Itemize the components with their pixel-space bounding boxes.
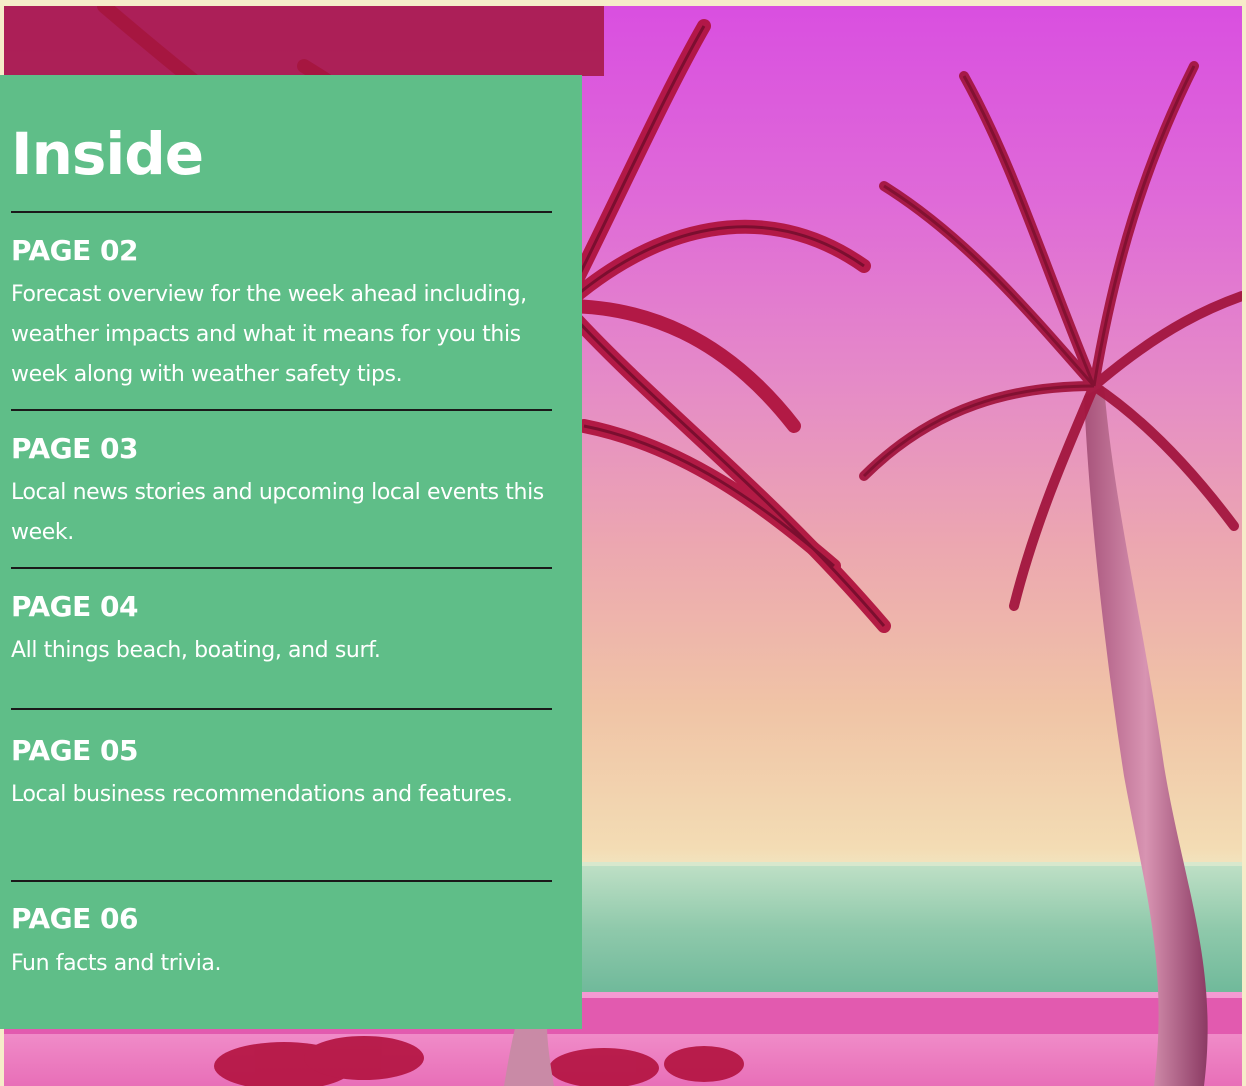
entry-page-05-heading: PAGE 05 bbox=[11, 734, 138, 767]
entry-page-06-description: Fun facts and trivia. bbox=[11, 951, 222, 976]
divider-3 bbox=[11, 567, 552, 569]
divider-2 bbox=[11, 409, 552, 411]
entry-page-03-heading: PAGE 03 bbox=[11, 432, 138, 465]
divider-1 bbox=[11, 211, 552, 213]
panel-title: Inside bbox=[11, 120, 204, 188]
entry-page-05-description: Local business recommendations and featu… bbox=[11, 782, 513, 807]
entry-page-03-description: Local news stories and upcoming local ev… bbox=[11, 480, 544, 545]
entry-page-02-heading: PAGE 02 bbox=[11, 234, 138, 267]
divider-4 bbox=[11, 708, 552, 710]
entry-page-04-heading: PAGE 04 bbox=[11, 590, 138, 623]
divider-5 bbox=[11, 880, 552, 882]
entry-page-04-description: All things beach, boating, and surf. bbox=[11, 638, 381, 663]
entry-page-02-description: Forecast overview for the week ahead inc… bbox=[11, 282, 527, 387]
entry-page-06-heading: PAGE 06 bbox=[11, 902, 138, 935]
